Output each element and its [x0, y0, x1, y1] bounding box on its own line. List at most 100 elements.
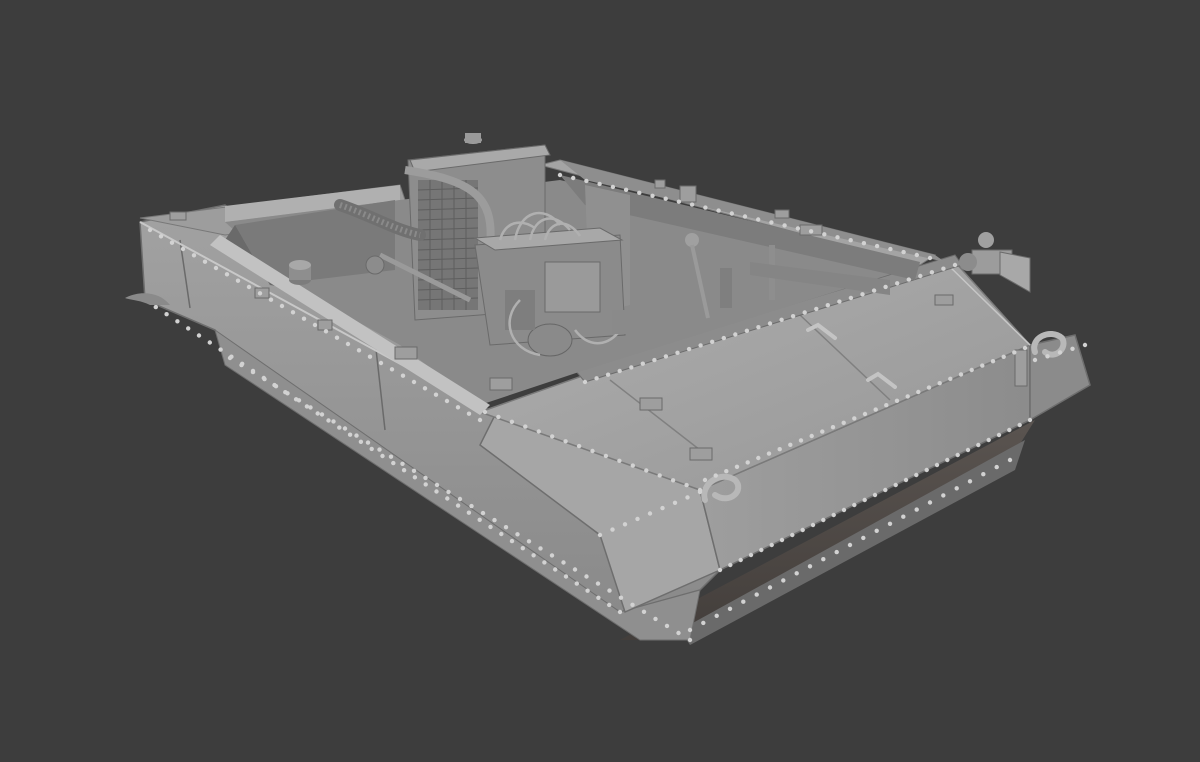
rivet: [918, 273, 923, 279]
rivet: [916, 389, 921, 395]
rivet: [411, 468, 417, 473]
rivet: [745, 460, 750, 465]
rivet: [834, 549, 839, 555]
rivet: [542, 560, 547, 565]
rivet: [835, 235, 840, 240]
rivet: [607, 588, 612, 593]
rivet: [576, 443, 582, 449]
rivet: [676, 630, 681, 636]
rivet: [779, 317, 784, 322]
rivet: [312, 322, 318, 328]
rivet: [689, 202, 695, 207]
rivet: [153, 304, 158, 310]
rivet: [895, 281, 900, 286]
rivet: [434, 482, 440, 488]
rivet: [663, 196, 668, 201]
rivet: [323, 329, 329, 334]
rivet: [874, 243, 880, 249]
rivet: [820, 429, 825, 434]
rivet: [652, 357, 657, 363]
rivet: [635, 516, 640, 522]
rivet: [1007, 457, 1013, 463]
rivet: [224, 272, 230, 277]
rivet: [733, 332, 738, 337]
rivet: [948, 376, 953, 381]
rivet: [574, 581, 579, 586]
rivet: [727, 606, 733, 611]
rivet: [684, 482, 689, 488]
rivet: [929, 270, 935, 275]
rivet: [180, 246, 186, 252]
rivet: [927, 500, 933, 505]
rivet: [994, 464, 999, 470]
rivet: [618, 595, 624, 600]
rivet: [883, 487, 888, 493]
rivet: [584, 178, 589, 184]
rivet: [250, 369, 256, 375]
rivet: [901, 249, 906, 255]
rivet: [893, 482, 898, 488]
rivet: [378, 360, 384, 366]
rivet: [492, 517, 497, 523]
rivet: [531, 553, 536, 558]
rivet: [871, 288, 877, 293]
rivet: [331, 419, 336, 424]
rivet: [401, 468, 407, 473]
rivet: [830, 425, 836, 430]
rivet: [630, 602, 635, 607]
rivet: [657, 473, 662, 478]
rivet: [670, 478, 676, 483]
rivet: [980, 363, 985, 368]
rivet: [852, 416, 857, 421]
rivet: [480, 510, 486, 516]
rivet: [369, 446, 374, 452]
rivet: [607, 602, 612, 608]
rivet: [377, 447, 382, 452]
rivet: [647, 511, 653, 516]
rivet: [777, 447, 782, 452]
rivet: [888, 246, 893, 252]
rivet: [728, 562, 733, 568]
rivet: [756, 325, 761, 330]
rivet: [319, 412, 325, 417]
rivet: [433, 392, 439, 397]
rivet: [246, 284, 252, 290]
rivet: [191, 253, 197, 258]
rivet: [279, 303, 285, 309]
rivet: [538, 546, 543, 551]
rivet: [400, 461, 405, 466]
rivet: [169, 240, 175, 245]
fuel-cap: [289, 260, 311, 285]
rivet: [488, 524, 493, 530]
rivet: [914, 507, 919, 512]
rivet: [852, 502, 857, 508]
rivet: [584, 574, 589, 579]
rivet: [557, 172, 563, 178]
rivet: [901, 514, 906, 519]
rivet: [644, 468, 649, 473]
rivet: [927, 255, 933, 261]
rivet: [716, 208, 721, 213]
rivet: [273, 384, 279, 389]
rivet: [660, 505, 665, 511]
rivet: [597, 532, 603, 538]
rivet: [759, 547, 764, 553]
rivet: [795, 226, 801, 231]
rivet: [802, 310, 807, 315]
rivet: [422, 386, 428, 391]
rivet: [862, 411, 868, 417]
rivet: [996, 432, 1002, 438]
rivet: [810, 522, 816, 528]
rivet: [455, 503, 461, 508]
rivet: [389, 367, 395, 372]
rivet: [941, 266, 946, 271]
rivet: [1032, 357, 1038, 363]
rivet: [981, 472, 986, 477]
rivet: [285, 391, 290, 396]
rivet: [509, 419, 515, 424]
rivet: [365, 440, 371, 445]
rivet: [986, 437, 991, 443]
3d-viewport[interactable]: [0, 0, 1200, 762]
rivet: [595, 581, 601, 586]
rivet: [553, 567, 558, 572]
